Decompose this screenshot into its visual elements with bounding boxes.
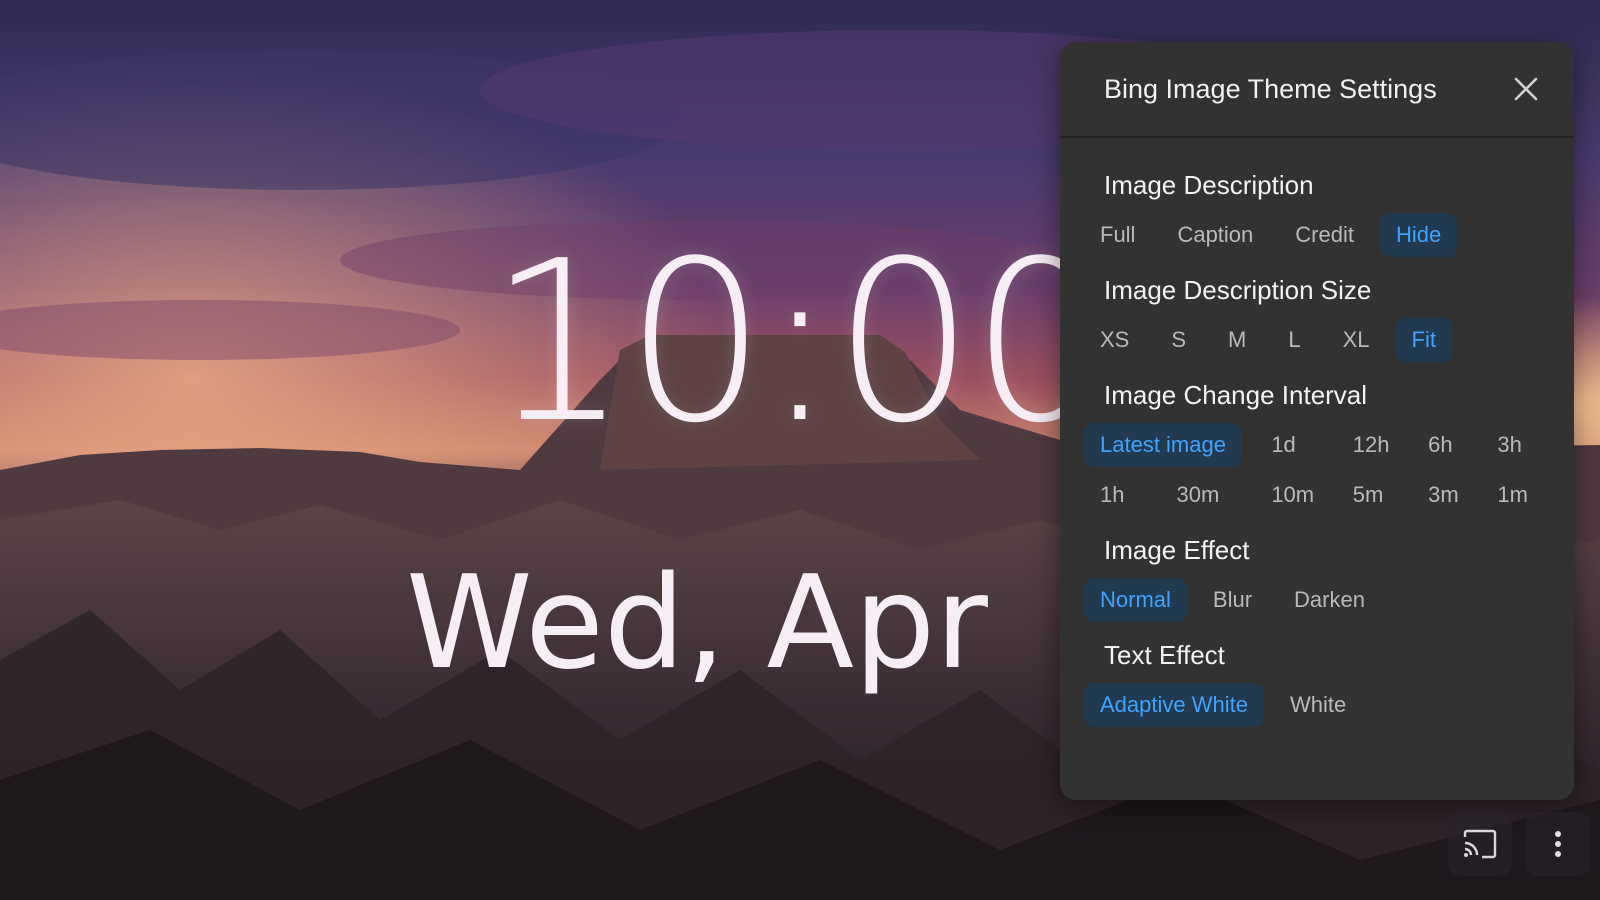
option-credit[interactable]: Credit	[1279, 213, 1370, 257]
option-group: Full Caption Credit Hide	[1084, 213, 1550, 257]
option-full[interactable]: Full	[1084, 213, 1151, 257]
option-3m[interactable]: 3m	[1412, 473, 1475, 517]
option-3h[interactable]: 3h	[1481, 423, 1544, 467]
option-caption[interactable]: Caption	[1161, 213, 1269, 257]
section-image-effect: Image Effect Normal Blur Darken	[1084, 535, 1550, 622]
section-title: Image Change Interval	[1104, 380, 1368, 410]
option-group: Latest image 1d 12h 6h 3h 1h 30m 10m 5m 3m 1m	[1084, 423, 1550, 517]
option-group: Adaptive White White	[1084, 683, 1550, 727]
clock-time: 10:00	[488, 214, 1062, 472]
option-group: XS S M L XL Fit	[1084, 318, 1550, 362]
panel-header: Bing Image Theme Settings	[1060, 42, 1574, 138]
option-1d[interactable]: 1d	[1255, 423, 1330, 467]
option-fit[interactable]: Fit	[1395, 318, 1452, 362]
option-xl[interactable]: XL	[1327, 318, 1386, 362]
section-title: Image Description	[1104, 170, 1314, 200]
option-1m[interactable]: 1m	[1481, 473, 1544, 517]
section-image-change-interval: Image Change Interval Latest image 1d 12h 6h…	[1084, 380, 1550, 517]
section-image-description-size: Image Description Size XS S M L XL Fit	[1084, 275, 1550, 362]
clock-area: 10:00 Wed, Apr	[0, 0, 1062, 900]
option-xs[interactable]: XS	[1084, 318, 1145, 362]
option-white[interactable]: White	[1274, 683, 1362, 727]
close-icon	[1514, 77, 1538, 101]
option-hide[interactable]: Hide	[1379, 213, 1458, 257]
clock-date: Wed, Apr	[406, 549, 988, 698]
section-title: Text Effect	[1104, 640, 1225, 670]
panel-body: Image Description Full Caption Credit Hide Im…	[1060, 138, 1574, 727]
option-group: Normal Blur Darken	[1084, 578, 1550, 622]
cast-icon	[1463, 829, 1497, 859]
close-button[interactable]	[1506, 69, 1546, 109]
option-adaptive-white[interactable]: Adaptive White	[1084, 683, 1264, 727]
option-1h[interactable]: 1h	[1084, 473, 1154, 517]
option-10m[interactable]: 10m	[1255, 473, 1330, 517]
settings-panel: Bing Image Theme Settings Image Descript…	[1060, 42, 1574, 800]
panel-title: Bing Image Theme Settings	[1104, 73, 1437, 104]
option-12h[interactable]: 12h	[1337, 423, 1406, 467]
option-5m[interactable]: 5m	[1337, 473, 1406, 517]
section-title: Image Effect	[1104, 535, 1250, 565]
option-6h[interactable]: 6h	[1412, 423, 1475, 467]
option-darken[interactable]: Darken	[1278, 578, 1381, 622]
section-image-description: Image Description Full Caption Credit Hide	[1084, 170, 1550, 257]
more-button[interactable]	[1526, 812, 1590, 876]
section-title: Image Description Size	[1104, 275, 1372, 305]
more-vertical-icon	[1555, 831, 1561, 857]
option-m[interactable]: M	[1212, 318, 1262, 362]
option-30m[interactable]: 30m	[1161, 473, 1249, 517]
option-s[interactable]: S	[1155, 318, 1202, 362]
option-blur[interactable]: Blur	[1197, 578, 1268, 622]
option-latest-image[interactable]: Latest image	[1084, 423, 1242, 467]
cast-button[interactable]	[1448, 812, 1512, 876]
option-normal[interactable]: Normal	[1084, 578, 1187, 622]
section-text-effect: Text Effect Adaptive White White	[1084, 640, 1550, 727]
option-l[interactable]: L	[1272, 318, 1316, 362]
